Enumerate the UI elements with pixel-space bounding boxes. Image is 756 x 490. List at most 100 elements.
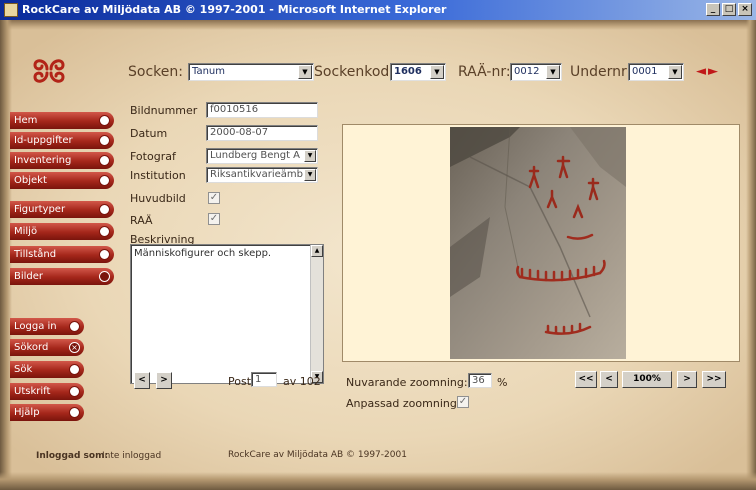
chevron-down-icon[interactable]: ▼ bbox=[546, 65, 560, 79]
raa-label: RAÄ bbox=[130, 214, 153, 227]
sidebar-item-label: Sök bbox=[14, 364, 33, 375]
sidebar-item-hem[interactable]: Hem bbox=[10, 112, 114, 129]
scroll-up-icon[interactable]: ▲ bbox=[311, 245, 323, 257]
textarea-scrollbar[interactable]: ▲ ▼ bbox=[310, 245, 323, 383]
burnt-edge-right bbox=[746, 20, 756, 490]
zoom-input[interactable]: 36 bbox=[468, 373, 492, 388]
beskrivning-text: Människofigurer och skepp. bbox=[134, 248, 272, 259]
chevron-down-icon[interactable]: ▼ bbox=[304, 150, 316, 162]
datum-label: Datum bbox=[130, 127, 168, 140]
sidebar-item-label: Utskrift bbox=[14, 386, 51, 397]
chevron-down-icon[interactable]: ▼ bbox=[304, 169, 316, 181]
zoom-last-button[interactable]: >> bbox=[702, 371, 726, 388]
sockenkod-select[interactable]: 1606 ▼ bbox=[390, 63, 446, 81]
sidebar-item-label: Tillstånd bbox=[14, 249, 57, 260]
bullet-icon bbox=[99, 271, 110, 282]
chevron-down-icon[interactable]: ▼ bbox=[668, 65, 682, 79]
bullet-icon bbox=[69, 386, 80, 397]
sidebar-item-label: Inventering bbox=[14, 155, 72, 166]
close-icon[interactable]: × bbox=[738, 3, 752, 16]
post-total-label: av 102 bbox=[283, 375, 321, 388]
bullet-icon bbox=[99, 175, 110, 186]
sidebar-item-label: Sökord bbox=[14, 342, 49, 353]
logged-in-value: Inte inloggad bbox=[102, 451, 162, 461]
institution-label: Institution bbox=[130, 169, 186, 182]
sidebar-item-logga-in[interactable]: Logga in bbox=[10, 318, 84, 335]
rockcare-logo-icon bbox=[33, 59, 65, 83]
zoom-fit-checkbox[interactable]: ✓ bbox=[457, 396, 469, 408]
sidebar-item-miljo[interactable]: Miljö bbox=[10, 223, 114, 240]
sidebar-item-label: Id-uppgifter bbox=[14, 135, 73, 146]
chevron-down-icon[interactable]: ▼ bbox=[430, 65, 444, 79]
logged-in-label: Inloggad som: bbox=[36, 451, 109, 461]
sidebar-item-label: Hem bbox=[14, 115, 38, 126]
arrow-right-icon[interactable]: ► bbox=[708, 64, 720, 79]
burnt-edge-bottom bbox=[0, 472, 756, 490]
bullet-icon bbox=[69, 321, 80, 332]
post-input[interactable]: 1 bbox=[251, 372, 277, 387]
institution-value: Riksantikvarieämb bbox=[210, 169, 303, 180]
ie-app-icon bbox=[4, 3, 18, 17]
window-title: RockCare av Miljödata AB © 1997-2001 - M… bbox=[22, 3, 447, 16]
post-label: Post bbox=[228, 375, 252, 388]
fotograf-label: Fotograf bbox=[130, 150, 176, 163]
zoom-percent-label: % bbox=[497, 376, 508, 389]
next-record-button[interactable]: > bbox=[156, 372, 172, 389]
socken-label: Socken: bbox=[128, 64, 183, 80]
sidebar-item-sok[interactable]: Sök bbox=[10, 361, 84, 378]
bullet-icon bbox=[99, 249, 110, 260]
bullet-icon bbox=[99, 226, 110, 237]
zoom-first-button[interactable]: << bbox=[575, 371, 597, 388]
sidebar-item-bilder[interactable]: Bilder bbox=[10, 268, 114, 285]
datum-field[interactable]: 2000-08-07 bbox=[206, 125, 318, 141]
sockenkod-value: 1606 bbox=[394, 66, 422, 77]
sidebar-item-label: Figurtyper bbox=[14, 204, 66, 215]
sidebar-item-hjalp[interactable]: Hjälp bbox=[10, 404, 84, 421]
bullet-icon bbox=[99, 204, 110, 215]
zoom-100-button[interactable]: 100% bbox=[622, 371, 672, 388]
prev-record-button[interactable]: < bbox=[134, 372, 150, 389]
undernr-value: 0001 bbox=[632, 66, 658, 77]
sidebar-item-sokord[interactable]: Sökord × bbox=[10, 339, 84, 356]
socken-select[interactable]: Tanum ▼ bbox=[188, 63, 314, 81]
rock-carving-photo[interactable] bbox=[450, 127, 626, 359]
beskrivning-textarea[interactable]: Människofigurer och skepp. ▲ ▼ bbox=[130, 244, 324, 384]
institution-select[interactable]: Riksantikvarieämb ▼ bbox=[206, 167, 318, 183]
undernr-label: Undernr: bbox=[570, 64, 632, 80]
raa-nr-select[interactable]: 0012 ▼ bbox=[510, 63, 562, 81]
bullet-icon bbox=[69, 407, 80, 418]
zoom-fit-label: Anpassad zoomning bbox=[346, 397, 457, 410]
socken-value: Tanum bbox=[192, 66, 225, 77]
bildnummer-field[interactable]: f0010516 bbox=[206, 102, 318, 118]
raa-nr-label: RAÄ-nr: bbox=[458, 64, 511, 80]
undernr-select[interactable]: 0001 ▼ bbox=[628, 63, 684, 81]
huvudbild-checkbox[interactable]: ✓ bbox=[208, 192, 220, 204]
maximize-icon[interactable]: □ bbox=[722, 3, 736, 16]
bullet-icon bbox=[69, 364, 80, 375]
bullet-icon bbox=[99, 115, 110, 126]
arrow-left-icon[interactable]: ◄ bbox=[696, 64, 708, 79]
fotograf-select[interactable]: Lundberg Bengt A ▼ bbox=[206, 148, 318, 164]
close-circle-icon: × bbox=[69, 342, 80, 353]
burnt-edge-top bbox=[0, 20, 756, 30]
bullet-icon bbox=[99, 155, 110, 166]
raa-nr-value: 0012 bbox=[514, 66, 540, 77]
window-titlebar: RockCare av Miljödata AB © 1997-2001 - M… bbox=[0, 0, 756, 20]
zoom-current-label: Nuvarande zoomning: bbox=[346, 376, 468, 389]
fotograf-value: Lundberg Bengt A bbox=[210, 150, 301, 161]
sidebar-item-tillstand[interactable]: Tillstånd bbox=[10, 246, 114, 263]
sidebar-item-objekt[interactable]: Objekt bbox=[10, 172, 114, 189]
zoom-forward-button[interactable]: > bbox=[677, 371, 697, 388]
raa-checkbox[interactable]: ✓ bbox=[208, 213, 220, 225]
sidebar-item-figurtyper[interactable]: Figurtyper bbox=[10, 201, 114, 218]
footer-copyright: RockCare av Miljödata AB © 1997-2001 bbox=[228, 450, 407, 460]
sidebar-item-inventering[interactable]: Inventering bbox=[10, 152, 114, 169]
zoom-back-button[interactable]: < bbox=[600, 371, 618, 388]
chevron-down-icon[interactable]: ▼ bbox=[298, 65, 312, 79]
sidebar-item-utskrift[interactable]: Utskrift bbox=[10, 383, 84, 400]
record-nav-arrows[interactable]: ◄► bbox=[696, 64, 720, 79]
sidebar-item-id-uppgifter[interactable]: Id-uppgifter bbox=[10, 132, 114, 149]
huvudbild-label: Huvudbild bbox=[130, 192, 186, 205]
minimize-icon[interactable]: _ bbox=[706, 3, 720, 16]
sidebar-item-label: Hjälp bbox=[14, 407, 40, 418]
